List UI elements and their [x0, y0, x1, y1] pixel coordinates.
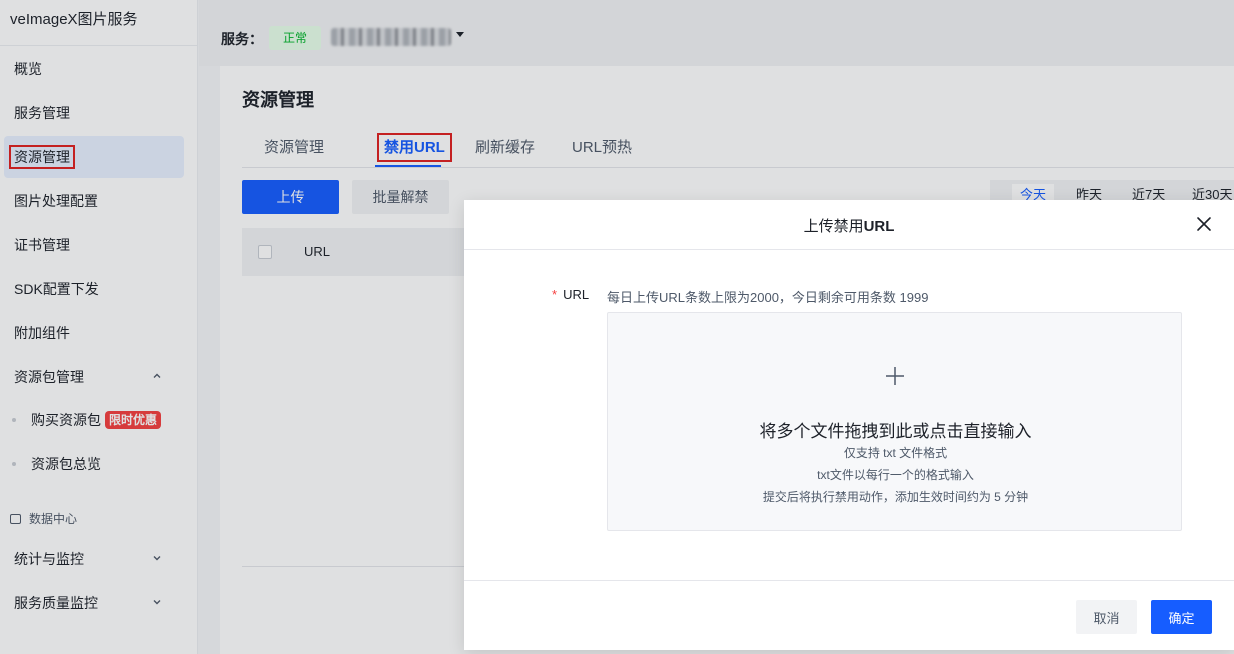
dialog-title: 上传禁用URL [803, 218, 895, 235]
confirm-button[interactable]: 确定 [1151, 600, 1212, 634]
cancel-button[interactable]: 取消 [1076, 600, 1137, 634]
dialog-footer: 取消 确定 [464, 580, 1234, 650]
dropzone-hint-line-format: txt文件以每行一个的格式输入 [817, 468, 974, 482]
dialog-header: 上传禁用URL [464, 200, 1234, 250]
url-field-label: * URL [552, 287, 590, 302]
required-mark: * [552, 287, 558, 302]
upload-banned-url-dialog: 上传禁用URL * URL 每日上传URL条数上限为2000，今日剩余可用条数 1… [464, 200, 1234, 650]
dropzone-hint-effective-time: 提交后将执行禁用动作，添加生效时间约为 5 分钟 [762, 490, 1029, 504]
plus-icon [884, 365, 906, 387]
dropzone-hint-format: 仅支持 txt 文件格式 [843, 446, 948, 460]
file-dropzone[interactable]: 将多个文件拖拽到此或点击直接输入 仅支持 txt 文件格式 txt文件以每行一个… [607, 312, 1182, 531]
close-icon[interactable] [1194, 214, 1214, 234]
dropzone-title: 将多个文件拖拽到此或点击直接输入 [759, 422, 1032, 441]
upload-quota-hint: 每日上传URL条数上限为2000，今日剩余可用条数 1999 [607, 290, 929, 305]
